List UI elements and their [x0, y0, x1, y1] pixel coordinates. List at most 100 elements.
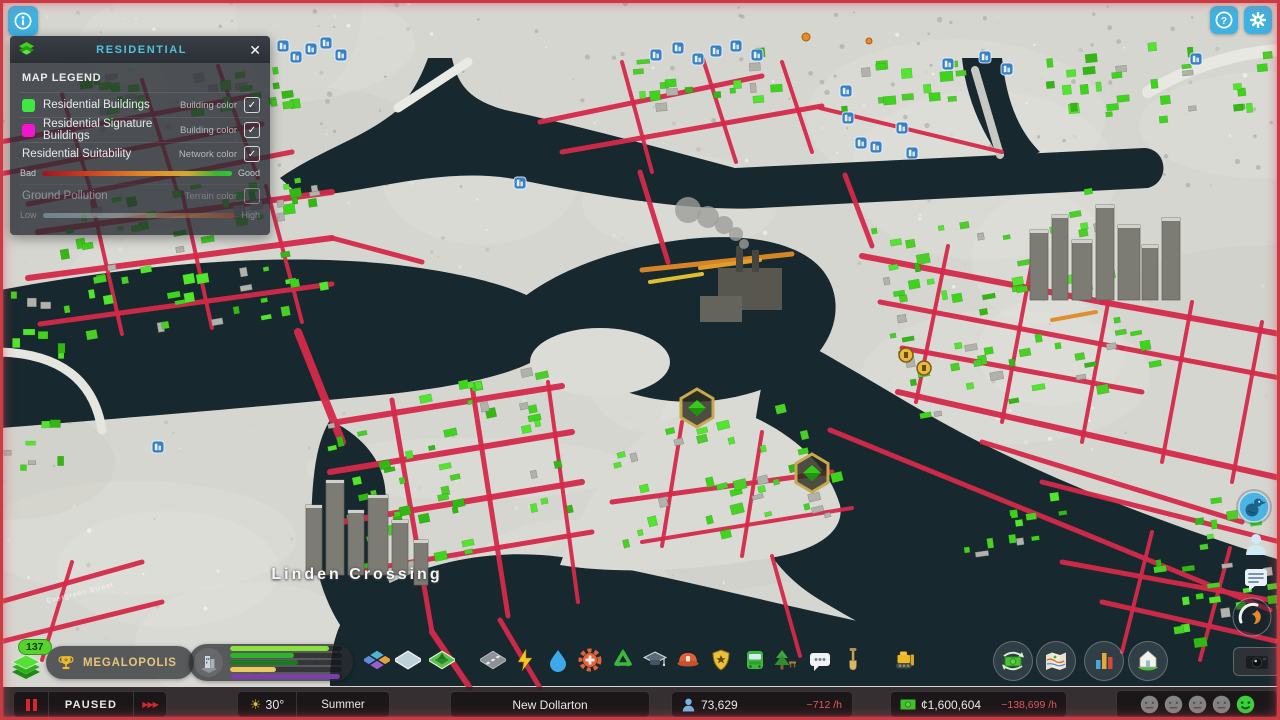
- districts-icon: [392, 650, 424, 670]
- settings-button[interactable]: [1244, 6, 1272, 34]
- pause-button[interactable]: [14, 692, 48, 717]
- resource-marker[interactable]: [916, 360, 932, 376]
- alert-dot-marker[interactable]: [865, 37, 873, 45]
- demand-bars: [230, 646, 342, 679]
- happiness-face-icon[interactable]: [1212, 695, 1231, 714]
- money-banknote-icon: [900, 699, 916, 710]
- speed-up-button[interactable]: ▶▶▶: [134, 692, 166, 717]
- building-alert-marker[interactable]: [941, 57, 955, 71]
- journal-button[interactable]: [1241, 564, 1271, 594]
- residential-swatch: [22, 98, 35, 112]
- resource-marker[interactable]: [898, 347, 914, 363]
- building-alert-marker[interactable]: [319, 36, 333, 50]
- status-bar: PAUSED ▶▶▶ ☀ 30° Summer New Dollarton 73…: [0, 687, 1280, 720]
- electricity-icon: [517, 648, 533, 672]
- money-display[interactable]: ¢1,600,604 −138,699 /h: [890, 691, 1067, 718]
- suitability-gradient: [42, 170, 232, 176]
- building-alert-marker[interactable]: [869, 140, 883, 154]
- milestone-button[interactable]: MEGALOPOLIS: [46, 646, 194, 679]
- zones-button[interactable]: [362, 647, 392, 673]
- building-alert-marker[interactable]: [905, 146, 919, 160]
- legend-row-signature: Residential Signature Buildings Building…: [20, 117, 260, 142]
- temperature-display: ☀ 30°: [238, 697, 296, 713]
- building-alert-marker[interactable]: [895, 121, 909, 135]
- education-button[interactable]: [642, 647, 668, 673]
- signature-checkbox[interactable]: ✓: [244, 122, 260, 138]
- legend-header: RESIDENTIAL ✕: [10, 36, 270, 63]
- help-button[interactable]: ?: [1210, 6, 1238, 34]
- building-alert-marker[interactable]: [1189, 52, 1203, 66]
- zones-icon: [362, 650, 392, 670]
- happiness-face-active-icon[interactable]: [1236, 695, 1255, 714]
- commercial-demand: [230, 667, 342, 672]
- terraforming-button[interactable]: [840, 647, 866, 673]
- fire-department-button[interactable]: [675, 647, 701, 673]
- building-alert-marker[interactable]: [841, 111, 855, 125]
- bulldozer-button[interactable]: [892, 647, 918, 673]
- building-alert-marker[interactable]: [729, 39, 743, 53]
- milestone-label: MEGALOPOLIS: [83, 656, 177, 669]
- building-alert-marker[interactable]: [691, 52, 705, 66]
- row-kind: Building color: [179, 99, 237, 111]
- building-alert-marker[interactable]: [671, 41, 685, 55]
- parks-button[interactable]: [772, 647, 798, 673]
- water-button[interactable]: [545, 647, 571, 673]
- temperature-value: 30°: [265, 697, 285, 712]
- building-alert-marker[interactable]: [978, 50, 992, 64]
- city-name-display[interactable]: New Dollarton: [450, 691, 650, 718]
- building-alert-marker[interactable]: [1000, 62, 1014, 76]
- info-button[interactable]: [8, 6, 38, 36]
- suitability-checkbox[interactable]: ✓: [244, 146, 260, 162]
- xp-diamond-icon: [10, 654, 42, 679]
- happiness-face-icon[interactable]: [1188, 695, 1207, 714]
- city-house-icon: [1138, 650, 1158, 671]
- building-alert-marker[interactable]: [513, 176, 527, 190]
- roads-button[interactable]: [478, 647, 508, 673]
- chirper-button[interactable]: [1234, 487, 1274, 527]
- residential-medium-demand: [230, 653, 342, 658]
- communications-button[interactable]: [807, 647, 833, 673]
- demand-building-icon: [194, 648, 223, 677]
- legend-row-residential: Residential Buildings Building color ✓: [20, 92, 260, 117]
- building-alert-marker[interactable]: [709, 44, 723, 58]
- statistics-button[interactable]: [1084, 641, 1124, 681]
- city-info-button[interactable]: [1128, 641, 1168, 681]
- building-alert-marker[interactable]: [334, 48, 348, 62]
- landscaping-button[interactable]: [426, 647, 458, 673]
- population-rate: −712 /h: [806, 698, 842, 711]
- simulation-control: PAUSED ▶▶▶: [13, 691, 167, 718]
- building-alert-marker[interactable]: [854, 136, 868, 150]
- happiness-face-icon[interactable]: [1164, 695, 1183, 714]
- alert-dot-marker[interactable]: [801, 32, 811, 42]
- building-alert-marker[interactable]: [839, 84, 853, 98]
- sim-state-label: PAUSED: [64, 698, 118, 711]
- radio-button[interactable]: [1231, 596, 1273, 638]
- electricity-button[interactable]: [512, 647, 538, 673]
- season-label: Summer: [321, 698, 365, 711]
- pollution-checkbox[interactable]: [244, 188, 260, 204]
- police-badge-icon: [712, 649, 730, 671]
- photo-mode-button[interactable]: [1233, 647, 1280, 676]
- transportation-button[interactable]: [742, 647, 768, 673]
- building-alert-marker[interactable]: [151, 440, 165, 454]
- happiness-face-icon[interactable]: [1140, 695, 1159, 714]
- map-tiles-button[interactable]: [1036, 641, 1076, 681]
- row-label: Residential Signature Buildings: [43, 118, 153, 142]
- garbage-button[interactable]: [610, 647, 636, 673]
- population-display[interactable]: 73,629 −712 /h: [671, 691, 853, 718]
- building-alert-marker[interactable]: [649, 48, 663, 62]
- citizen-panel-button[interactable]: [1241, 529, 1271, 559]
- building-alert-marker[interactable]: [304, 42, 318, 56]
- sun-icon: ☀: [249, 696, 262, 712]
- districts-button[interactable]: [392, 647, 424, 673]
- healthcare-button[interactable]: [577, 647, 603, 673]
- police-button[interactable]: [708, 647, 734, 673]
- row-label: Residential Suitability: [22, 148, 132, 160]
- building-alert-marker[interactable]: [276, 39, 290, 53]
- residential-checkbox[interactable]: ✓: [244, 97, 260, 113]
- demand-panel[interactable]: [189, 644, 353, 681]
- economy-button[interactable]: [993, 641, 1033, 681]
- close-icon[interactable]: ✕: [249, 43, 261, 57]
- building-alert-marker[interactable]: [289, 50, 303, 64]
- building-alert-marker[interactable]: [750, 48, 764, 62]
